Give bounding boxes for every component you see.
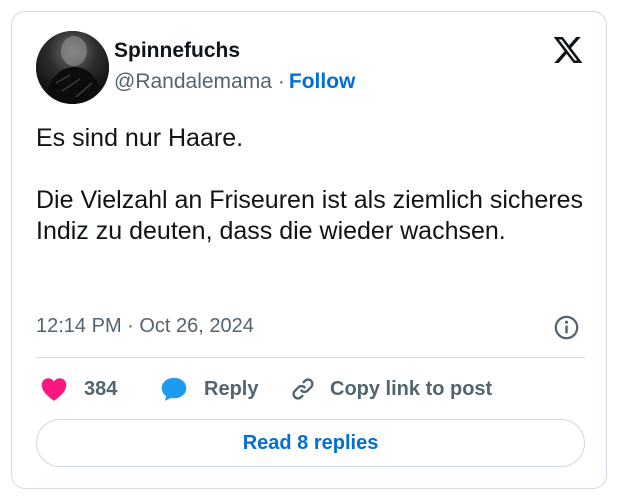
tweet-text: Es sind nur Haare. Die Vielzahl an Frise… bbox=[36, 123, 596, 247]
follow-button[interactable]: Follow bbox=[289, 70, 356, 93]
read-replies-button[interactable]: Read 8 replies bbox=[36, 419, 585, 467]
link-icon bbox=[290, 376, 316, 402]
tweet-timestamp[interactable]: 12:14 PM · Oct 26, 2024 bbox=[36, 315, 254, 338]
reply-button[interactable]: Reply bbox=[160, 374, 258, 404]
copy-link-label: Copy link to post bbox=[330, 377, 493, 400]
author-handle[interactable]: @Randalemama bbox=[114, 70, 272, 93]
speech-bubble-icon bbox=[160, 376, 188, 402]
like-count: 384 bbox=[84, 377, 118, 400]
reply-label: Reply bbox=[204, 377, 259, 400]
like-button[interactable]: 384 bbox=[40, 374, 117, 404]
handle-separator: · bbox=[277, 70, 285, 93]
tweet-paragraph: Es sind nur Haare. bbox=[36, 124, 244, 152]
heart-icon bbox=[40, 376, 68, 402]
divider bbox=[36, 357, 585, 358]
x-logo-icon[interactable] bbox=[552, 34, 584, 66]
author-handle-row: @Randalemama · Follow bbox=[114, 70, 355, 94]
tweet-card: Spinnefuchs @Randalemama · Follow Es sind … bbox=[11, 11, 607, 489]
info-icon[interactable] bbox=[553, 314, 580, 341]
copy-link-button[interactable]: Copy link to post bbox=[290, 374, 492, 404]
tweet-paragraph: Die Vielzahl an Friseuren ist als ziemli… bbox=[36, 186, 583, 245]
avatar[interactable] bbox=[36, 31, 109, 104]
author-display-name[interactable]: Spinnefuchs bbox=[114, 39, 240, 63]
